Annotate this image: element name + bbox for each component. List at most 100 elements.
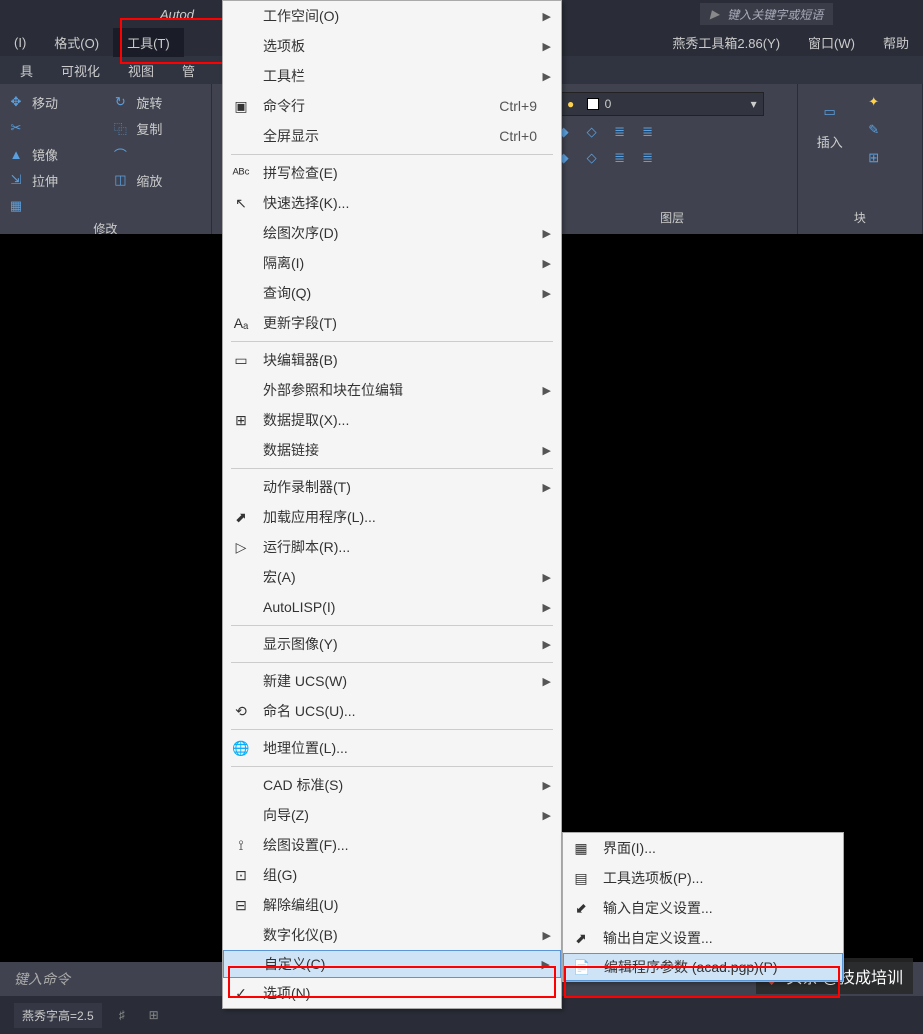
layer-icon[interactable]: ≣ — [610, 122, 630, 142]
btn-fillet[interactable]: ⌒ — [110, 144, 204, 164]
layer-icon[interactable]: ◇ — [582, 148, 602, 168]
btn-array[interactable]: ▦ — [6, 196, 100, 216]
tools-menu-item[interactable]: 工作空间(O)▶ — [223, 1, 561, 31]
tools-menu-item[interactable]: ⊞数据提取(X)... — [223, 405, 561, 435]
btn-mirror[interactable]: ▲镜像 — [6, 144, 100, 164]
tools-menu-item[interactable]: 显示图像(Y)▶ — [223, 629, 561, 659]
menu-format[interactable]: 格式(O) — [40, 28, 113, 57]
menu-help[interactable]: 帮助 — [869, 28, 923, 57]
menu-label: 隔离(I) — [263, 253, 304, 273]
tools-menu-item[interactable]: 隔离(I) ▶ — [223, 248, 561, 278]
separator — [231, 766, 553, 767]
tools-menu-item[interactable]: 选项板▶ — [223, 31, 561, 61]
tools-menu-item[interactable]: 数据链接▶ — [223, 435, 561, 465]
tools-menu-item[interactable]: ▣命令行Ctrl+9 — [223, 91, 561, 121]
tools-menu-item[interactable]: 工具栏▶ — [223, 61, 561, 91]
shortcut: Ctrl+0 — [499, 128, 537, 144]
tools-menu-item[interactable]: 新建 UCS(W)▶ — [223, 666, 561, 696]
tools-menu-item[interactable]: ✓选项(N)... — [223, 978, 561, 1008]
btn-trim[interactable]: ✂ — [6, 118, 100, 138]
ribbon-tab[interactable]: 具 — [6, 56, 47, 85]
menu-item[interactable]: (I) — [0, 30, 40, 55]
ungroup-icon: ⊟ — [231, 895, 251, 915]
menu-label: 解除编组(U) — [263, 895, 338, 915]
separator — [231, 468, 553, 469]
btn-stretch[interactable]: ⇲拉伸 — [6, 170, 100, 190]
tools-menu-item[interactable]: 绘图次序(D)▶ — [223, 218, 561, 248]
menu-label: CAD 标准(S) — [263, 775, 343, 795]
submenu-arrow-icon: ▶ — [543, 257, 551, 270]
menu-tools[interactable]: 工具(T) — [113, 28, 184, 57]
fillet-icon: ⌒ — [110, 144, 130, 164]
tools-menu-item[interactable]: Aₐ更新字段(T) — [223, 308, 561, 338]
ribbon-tab[interactable]: 视图 — [114, 56, 168, 85]
tools-menu-item[interactable]: ᴬᴮᶜ拼写检查(E) — [223, 158, 561, 188]
submenu-arrow-icon: ▶ — [543, 571, 551, 584]
menu-label: 绘图设置(F)... — [263, 835, 349, 855]
color-swatch — [587, 98, 599, 110]
grid-icon[interactable]: ♯ — [110, 1003, 134, 1027]
layer-combo[interactable]: ● 0 ▾ — [554, 92, 764, 116]
tools-menu-item[interactable]: CAD 标准(S)▶ — [223, 770, 561, 800]
tools-menu-item[interactable]: AutoLISP(I)▶ — [223, 592, 561, 622]
submenu-arrow-icon: ▶ — [543, 384, 551, 397]
btn-copy[interactable]: ⿻复制 — [110, 118, 204, 138]
tools-menu-item[interactable]: ⟲命名 UCS(U)... — [223, 696, 561, 726]
search-box[interactable]: ▶ 键入关键字或短语 — [700, 3, 833, 25]
tools-menu-item[interactable]: 向导(Z)▶ — [223, 800, 561, 830]
block-icon: ▭ — [231, 350, 251, 370]
tools-menu-item[interactable]: ⊡组(G) — [223, 860, 561, 890]
tools-menu-item[interactable]: ▭块编辑器(B) — [223, 345, 561, 375]
tools-menu-item[interactable]: 外部参照和块在位编辑▶ — [223, 375, 561, 405]
edit-block-icon[interactable]: ✎ — [864, 120, 884, 140]
menu-label: 新建 UCS(W) — [263, 671, 347, 691]
pgp-icon: 📄 — [572, 957, 592, 977]
customize-submenu-item[interactable]: ⬈输出自定义设置... — [563, 923, 843, 953]
menu-label: 更新字段(T) — [263, 313, 337, 333]
tools-menu-item[interactable]: 查询(Q)▶ — [223, 278, 561, 308]
ribbon-tab[interactable]: 可视化 — [47, 56, 114, 85]
menu-label: 界面(I)... — [603, 838, 656, 858]
menu-label: 自定义(C) — [264, 954, 325, 974]
tools-menu-item[interactable]: ⊟ 解除编组(U) — [223, 890, 561, 920]
menu-label: 编辑程序参数 (acad.pgp)(P) — [604, 957, 777, 977]
btn-insert[interactable]: ▭ 插入 — [804, 92, 856, 168]
ribbon-tab[interactable]: 管 — [168, 56, 209, 85]
menu-label: 选项(N)... — [263, 983, 322, 1003]
customize-submenu-item[interactable]: ▦界面(I)... — [563, 833, 843, 863]
globe-icon: 🌐 — [231, 738, 251, 758]
tools-menu-item[interactable]: 动作录制器(T)▶ — [223, 472, 561, 502]
create-block-icon[interactable]: ✦ — [864, 92, 884, 112]
tools-menu-item[interactable]: 宏(A)▶ — [223, 562, 561, 592]
menu-yanxiu[interactable]: 燕秀工具箱2.86(Y) — [658, 28, 794, 57]
command-placeholder: 键入命令 — [14, 969, 70, 989]
layer-icon[interactable]: ≣ — [638, 148, 658, 168]
attr-icon[interactable]: ⊞ — [864, 148, 884, 168]
customize-submenu-item[interactable]: ▤工具选项板(P)... — [563, 863, 843, 893]
layer-icon[interactable]: ≣ — [638, 122, 658, 142]
status-fontheight[interactable]: 燕秀字高=2.5 — [14, 1003, 102, 1028]
menu-window[interactable]: 窗口(W) — [794, 28, 869, 57]
submenu-arrow-icon: ▶ — [543, 40, 551, 53]
btn-scale[interactable]: ◫缩放 — [110, 170, 204, 190]
snap-icon[interactable]: ⊞ — [142, 1003, 166, 1027]
menu-label: AutoLISP(I) — [263, 599, 335, 615]
submenu-arrow-icon: ▶ — [543, 638, 551, 651]
tools-menu-item[interactable]: 自定义(C)▶ — [223, 950, 561, 978]
menu-label: 数据链接 — [263, 440, 319, 460]
tools-menu-item[interactable]: 🌐地理位置(L)... — [223, 733, 561, 763]
customize-submenu-item[interactable]: 📄 编辑程序参数 (acad.pgp)(P) — [563, 953, 843, 981]
btn-rotate[interactable]: ↻旋转 — [110, 92, 204, 112]
tools-menu-item[interactable]: 数字化仪(B)▶ — [223, 920, 561, 950]
layer-icon[interactable]: ◇ — [582, 122, 602, 142]
tools-menu-item[interactable]: ⟟绘图设置(F)... — [223, 830, 561, 860]
customize-submenu-item[interactable]: ⬋输入自定义设置... — [563, 893, 843, 923]
rotate-icon: ↻ — [110, 92, 130, 112]
tools-menu-item[interactable]: ↖快速选择(K)... — [223, 188, 561, 218]
layer-icon[interactable]: ≣ — [610, 148, 630, 168]
group-icon: ⊡ — [231, 865, 251, 885]
btn-move[interactable]: ✥移动 — [6, 92, 100, 112]
tools-menu-item[interactable]: 全屏显示Ctrl+0 — [223, 121, 561, 151]
tools-menu-item[interactable]: ▷运行脚本(R)... — [223, 532, 561, 562]
tools-menu-item[interactable]: ⬈加载应用程序(L)... — [223, 502, 561, 532]
